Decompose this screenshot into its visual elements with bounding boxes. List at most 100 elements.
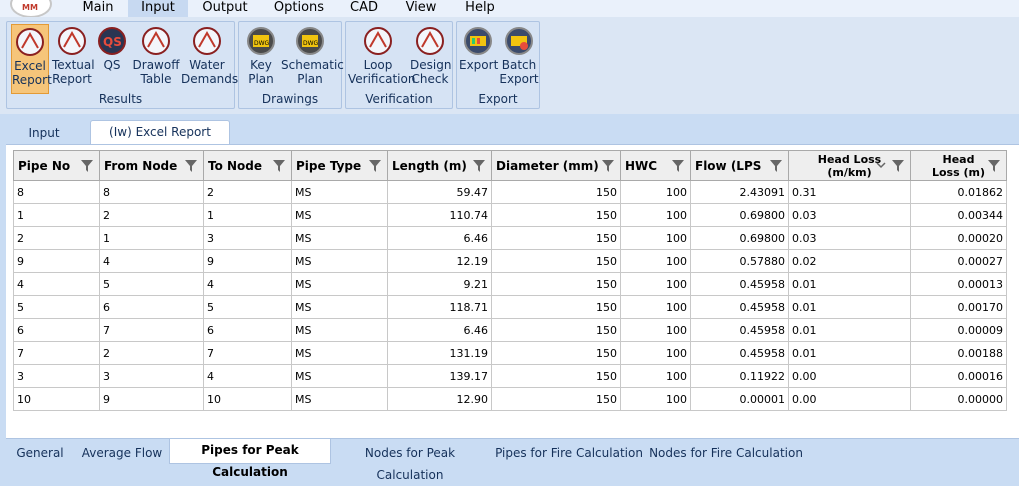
- water-demands-button[interactable]: Water Demands: [181, 24, 238, 94]
- table-row[interactable]: 10 9 10 MS 12.90 150 100 0.00001 0.00 0.00000: [13, 387, 1007, 411]
- table-cell[interactable]: 4: [99, 249, 204, 273]
- table-cell[interactable]: 150: [491, 272, 621, 296]
- table-cell[interactable]: 0.00027: [910, 249, 1007, 273]
- table-cell[interactable]: 2: [13, 226, 100, 250]
- table-cell[interactable]: MS: [291, 203, 388, 227]
- menu-view[interactable]: View: [396, 0, 446, 17]
- table-row[interactable]: 8 8 2 MS 59.47 150 100 2.43091 0.31 0.01862: [13, 180, 1007, 204]
- table-cell[interactable]: 110.74: [387, 203, 492, 227]
- table-cell[interactable]: 12.90: [387, 387, 492, 411]
- col-to-node[interactable]: To Node: [203, 150, 292, 181]
- col-head-loss-m[interactable]: Head Loss (m): [910, 150, 1007, 181]
- table-row[interactable]: 1 2 1 MS 110.74 150 100 0.69800 0.03 0.00344: [13, 203, 1007, 227]
- table-cell[interactable]: 100: [620, 295, 691, 319]
- table-cell[interactable]: 1: [13, 203, 100, 227]
- table-cell[interactable]: 0.00: [788, 387, 911, 411]
- col-hwc[interactable]: HWC: [620, 150, 691, 181]
- table-cell[interactable]: 0.45958: [690, 341, 789, 365]
- table-cell[interactable]: 5: [13, 295, 100, 319]
- tab-nodes-peak[interactable]: Nodes for Peak Calculation: [332, 442, 488, 482]
- table-cell[interactable]: 0.00016: [910, 364, 1007, 388]
- table-cell[interactable]: 0.69800: [690, 203, 789, 227]
- table-cell[interactable]: 7: [13, 341, 100, 365]
- table-cell[interactable]: 150: [491, 226, 621, 250]
- table-cell[interactable]: 3: [203, 226, 292, 250]
- table-cell[interactable]: 0.01: [788, 295, 911, 319]
- table-cell[interactable]: 100: [620, 203, 691, 227]
- table-cell[interactable]: 100: [620, 249, 691, 273]
- table-cell[interactable]: 0.00344: [910, 203, 1007, 227]
- table-cell[interactable]: MS: [291, 341, 388, 365]
- table-row[interactable]: 5 6 5 MS 118.71 150 100 0.45958 0.01 0.00170: [13, 295, 1007, 319]
- table-cell[interactable]: 3: [13, 364, 100, 388]
- table-row[interactable]: 4 5 4 MS 9.21 150 100 0.45958 0.01 0.00013: [13, 272, 1007, 296]
- filter-icon[interactable]: [81, 160, 93, 172]
- table-cell[interactable]: 100: [620, 180, 691, 204]
- filter-icon[interactable]: [672, 160, 684, 172]
- table-cell[interactable]: 131.19: [387, 341, 492, 365]
- table-cell[interactable]: 12.19: [387, 249, 492, 273]
- table-row[interactable]: 6 7 6 MS 6.46 150 100 0.45958 0.01 0.00009: [13, 318, 1007, 342]
- table-cell[interactable]: 118.71: [387, 295, 492, 319]
- table-cell[interactable]: 5: [99, 272, 204, 296]
- tab-nodes-fire[interactable]: Nodes for Fire Calculation: [648, 442, 804, 464]
- table-cell[interactable]: 139.17: [387, 364, 492, 388]
- table-cell[interactable]: 0.03: [788, 226, 911, 250]
- table-cell[interactable]: 9: [99, 387, 204, 411]
- table-cell[interactable]: 5: [203, 295, 292, 319]
- table-cell[interactable]: 7: [203, 341, 292, 365]
- col-length[interactable]: Length (m): [387, 150, 492, 181]
- tab-input[interactable]: Input: [16, 122, 72, 144]
- tab-average-flow[interactable]: Average Flow: [76, 442, 168, 464]
- table-cell[interactable]: 0.01862: [910, 180, 1007, 204]
- table-cell[interactable]: 0.03: [788, 203, 911, 227]
- filter-icon[interactable]: [892, 160, 904, 172]
- col-diameter[interactable]: Diameter (mm): [491, 150, 621, 181]
- app-logo-icon[interactable]: MM: [10, 0, 52, 18]
- table-cell[interactable]: 0.02: [788, 249, 911, 273]
- table-cell[interactable]: 2: [203, 180, 292, 204]
- table-cell[interactable]: 150: [491, 318, 621, 342]
- table-cell[interactable]: 1: [99, 226, 204, 250]
- chevron-down-icon[interactable]: [876, 160, 886, 170]
- table-cell[interactable]: 9.21: [387, 272, 492, 296]
- col-from-node[interactable]: From Node: [99, 150, 204, 181]
- textual-report-button[interactable]: Textual Report: [52, 24, 95, 94]
- table-cell[interactable]: 7: [99, 318, 204, 342]
- table-cell[interactable]: 3: [99, 364, 204, 388]
- tab-pipes-fire[interactable]: Pipes for Fire Calculation: [494, 442, 644, 464]
- table-cell[interactable]: 10: [203, 387, 292, 411]
- filter-icon[interactable]: [770, 160, 782, 172]
- table-cell[interactable]: MS: [291, 387, 388, 411]
- table-cell[interactable]: 0.45958: [690, 318, 789, 342]
- table-cell[interactable]: 0.69800: [690, 226, 789, 250]
- table-cell[interactable]: 100: [620, 272, 691, 296]
- table-cell[interactable]: MS: [291, 249, 388, 273]
- table-cell[interactable]: 6: [203, 318, 292, 342]
- table-row[interactable]: 3 3 4 MS 139.17 150 100 0.11922 0.00 0.00016: [13, 364, 1007, 388]
- table-cell[interactable]: 59.47: [387, 180, 492, 204]
- table-cell[interactable]: 150: [491, 364, 621, 388]
- tab-pipes-peak[interactable]: Pipes for Peak Calculation: [169, 439, 331, 479]
- col-pipe-no[interactable]: Pipe No: [13, 150, 100, 181]
- table-cell[interactable]: 0.00009: [910, 318, 1007, 342]
- table-cell[interactable]: 0.00001: [690, 387, 789, 411]
- filter-icon[interactable]: [185, 160, 197, 172]
- table-cell[interactable]: 100: [620, 226, 691, 250]
- excel-report-button[interactable]: Excel Report: [11, 24, 52, 94]
- table-row[interactable]: 7 2 7 MS 131.19 150 100 0.45958 0.01 0.00188: [13, 341, 1007, 365]
- table-cell[interactable]: 0.00000: [910, 387, 1007, 411]
- table-cell[interactable]: 100: [620, 341, 691, 365]
- table-cell[interactable]: 2: [99, 341, 204, 365]
- filter-icon[interactable]: [273, 160, 285, 172]
- table-cell[interactable]: 9: [13, 249, 100, 273]
- table-cell[interactable]: 4: [13, 272, 100, 296]
- table-cell[interactable]: 150: [491, 249, 621, 273]
- loop-verification-button[interactable]: Loop Verification: [348, 24, 415, 94]
- menu-options[interactable]: Options: [266, 0, 332, 17]
- col-pipe-type[interactable]: Pipe Type: [291, 150, 388, 181]
- tab-general[interactable]: General: [12, 442, 68, 464]
- table-row[interactable]: 9 4 9 MS 12.19 150 100 0.57880 0.02 0.00027: [13, 249, 1007, 273]
- filter-icon[interactable]: [988, 160, 1000, 172]
- table-row[interactable]: 2 1 3 MS 6.46 150 100 0.69800 0.03 0.00020: [13, 226, 1007, 250]
